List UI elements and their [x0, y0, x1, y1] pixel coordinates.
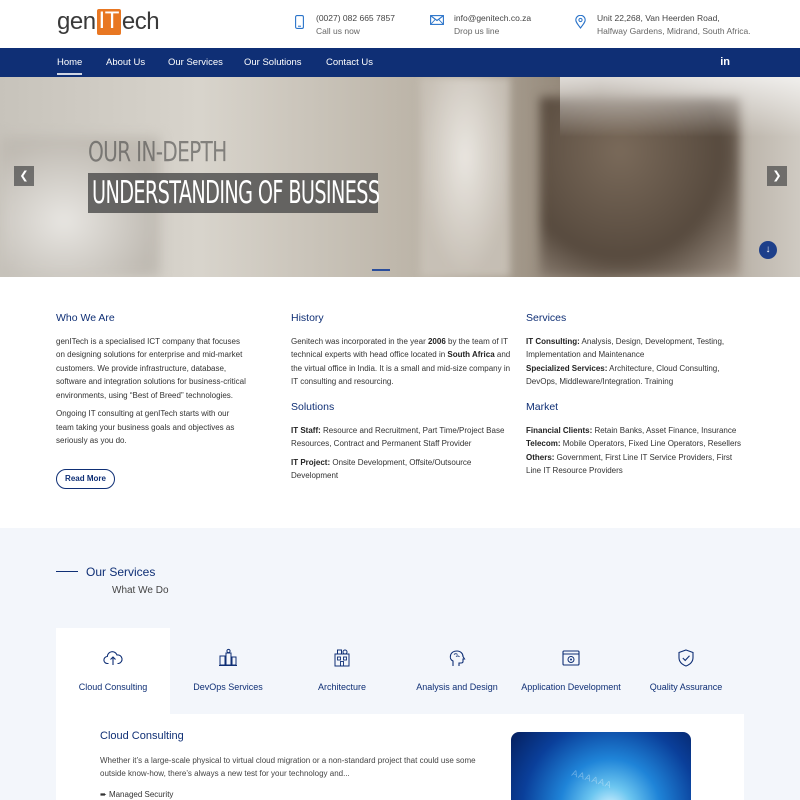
architecture-icon	[332, 648, 352, 668]
tab-architecture[interactable]: Architecture	[285, 628, 399, 714]
nav-contact-us[interactable]: Contact Us	[326, 57, 373, 68]
genitech-logo[interactable]: gen IT ech	[57, 7, 160, 36]
service-detail-panel: Cloud Consulting Whether it’s a large-sc…	[56, 714, 744, 800]
nav-our-services[interactable]: Our Services	[168, 57, 223, 68]
hero-slider: OUR IN-DEPTH UNDERSTANDING OF BUSINESS ❮…	[0, 77, 800, 277]
location-pin-icon	[573, 14, 587, 33]
history-section: History Genitech was incorporated in the…	[291, 312, 511, 394]
service-detail-description: Whether it’s a large-scale physical to v…	[100, 756, 476, 778]
phone-icon	[292, 15, 306, 33]
services-specialized: Specialized Services: Architecture, Clou…	[526, 363, 720, 387]
market-financial: Financial Clients: Retain Banks, Asset F…	[526, 425, 737, 435]
services-it-consulting: IT Consulting: Analysis, Design, Develop…	[526, 336, 725, 360]
top-header: gen IT ech (0027) 082 665 7857 Call us n…	[0, 0, 800, 48]
address-line-2: Halfway Gardens, Midrand, South Africa.	[597, 26, 751, 36]
phone-caption: Call us now	[316, 26, 360, 36]
tab-quality-assurance[interactable]: Quality Assurance	[629, 628, 743, 714]
our-services-title: Our Services	[86, 565, 156, 579]
who-we-are-title: Who We Are	[56, 312, 115, 324]
read-more-button[interactable]: Read More	[56, 469, 115, 489]
solutions-title: Solutions	[291, 401, 335, 413]
history-title: History	[291, 312, 324, 324]
solutions-it-project: IT Project: Onsite Development, Offsite/…	[291, 457, 472, 481]
brain-icon	[447, 648, 467, 668]
nav-our-solutions[interactable]: Our Solutions	[244, 57, 302, 68]
hero-bg-person	[420, 77, 510, 277]
hero-heading-line-2-box: UNDERSTANDING OF BUSINESS	[88, 173, 380, 213]
solutions-it-staff: IT Staff: Resource and Recruitment, Part…	[291, 425, 505, 449]
market-section: Market Financial Clients: Retain Banks, …	[526, 401, 748, 478]
who-we-are-section: Who We Are genITech is a specialised ICT…	[56, 312, 248, 453]
tab-label: Application Development	[521, 682, 621, 692]
hero-heading-line-1: OUR IN-DEPTH	[88, 135, 227, 168]
services-summary-title: Services	[526, 312, 567, 324]
logo-text-post: ech	[121, 8, 160, 35]
service-detail-title: Cloud Consulting	[100, 730, 184, 742]
tab-cloud-consulting[interactable]: Cloud Consulting	[56, 628, 170, 714]
app-window-icon	[561, 648, 581, 668]
market-others: Others: Government, First Line IT Servic…	[526, 452, 733, 476]
tab-analysis-and-design[interactable]: Analysis and Design	[400, 628, 514, 714]
tab-label: Architecture	[317, 682, 367, 692]
market-title: Market	[526, 401, 559, 413]
hero-heading-line-2: UNDERSTANDING OF BUSINESS	[92, 175, 380, 211]
slider-prev-arrow-icon[interactable]: ❮	[14, 166, 34, 186]
services-summary-section: Services IT Consulting: Analysis, Design…	[526, 312, 746, 389]
who-we-are-paragraph-1: genITech is a specialised ICT company th…	[56, 336, 246, 400]
cloud-upload-icon	[103, 648, 123, 668]
history-text: Genitech was incorporated in the year 20…	[291, 336, 511, 387]
logo-text-it: IT	[96, 7, 121, 35]
service-detail-bullet: ➨ Managed Security	[100, 790, 174, 799]
tab-label: Analysis and Design	[416, 682, 498, 692]
contact-phone[interactable]: (0027) 082 665 7857 Call us now	[292, 12, 395, 38]
tab-devops-services[interactable]: DevOps Services	[171, 628, 285, 714]
scroll-down-icon[interactable]: ↓	[759, 241, 777, 259]
address-line-1: Unit 22,268, Van Heerden Road,	[597, 13, 720, 23]
solutions-section: Solutions IT Staff: Resource and Recruit…	[291, 401, 511, 488]
who-we-are-paragraph-2: Ongoing IT consulting at genITech starts…	[56, 409, 235, 445]
phone-number: (0027) 082 665 7857	[316, 13, 395, 23]
shield-check-icon	[676, 648, 696, 668]
devops-icon	[218, 648, 238, 668]
contact-address: Unit 22,268, Van Heerden Road, Halfway G…	[573, 12, 751, 38]
tab-label: DevOps Services	[193, 682, 263, 692]
email-caption: Drop us line	[454, 26, 500, 36]
contact-email[interactable]: info@genitech.co.za Drop us line	[430, 12, 531, 38]
linkedin-icon[interactable]: in	[720, 56, 730, 68]
main-navigation: Home About Us Our Services Our Solutions…	[0, 48, 800, 77]
email-address: info@genitech.co.za	[454, 13, 532, 23]
tab-application-development[interactable]: Application Development	[514, 628, 628, 714]
logo-text-pre: gen	[57, 8, 96, 35]
tab-label: Cloud Consulting	[78, 682, 148, 692]
slider-next-arrow-icon[interactable]: ❯	[767, 166, 787, 186]
hero-bg-window-light	[560, 77, 800, 137]
nav-about-us[interactable]: About Us	[106, 57, 145, 68]
nav-home[interactable]: Home	[57, 57, 83, 75]
section-title-rule	[56, 571, 78, 572]
arrow-bullet-icon: ➨	[100, 790, 109, 799]
our-services-subtitle: What We Do	[112, 585, 169, 596]
tab-label: Quality Assurance	[649, 682, 723, 692]
market-telecom: Telecom: Mobile Operators, Fixed Line Op…	[526, 439, 742, 448]
cloud-consulting-image	[511, 732, 691, 800]
mail-icon	[430, 15, 444, 29]
slider-indicator[interactable]	[372, 269, 390, 271]
